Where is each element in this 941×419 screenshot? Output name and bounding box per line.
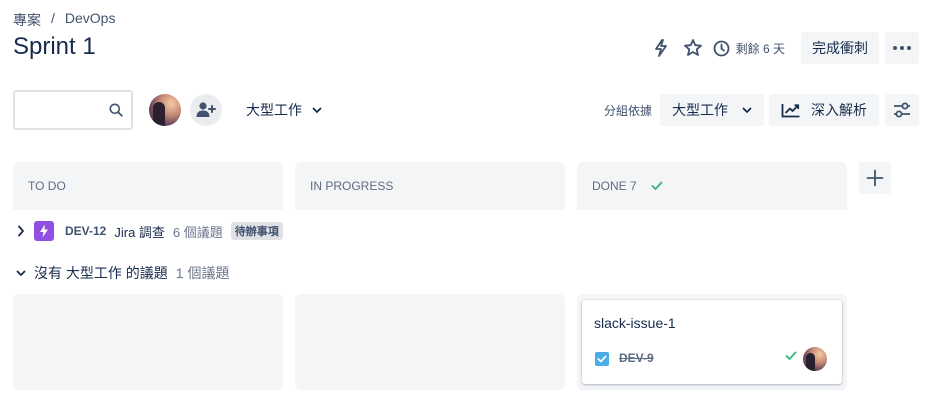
no-epic-issue-count: 1 個議題 <box>175 265 230 281</box>
trend-icon <box>781 104 800 118</box>
column-header-done: DONE 7 <box>577 162 847 210</box>
issue-key[interactable]: DEV-9 <box>619 351 654 365</box>
epic-name: Jira 調查 <box>114 224 165 240</box>
sprint-time-remaining[interactable]: 剩餘 6 天 <box>713 40 785 57</box>
view-settings-button[interactable] <box>885 94 919 126</box>
more-button[interactable] <box>885 32 919 64</box>
search-box <box>13 90 133 130</box>
column-title: IN PROGRESS <box>310 179 394 193</box>
chevron-down-icon <box>312 107 322 113</box>
column-title: DONE <box>592 179 627 193</box>
chevron-down-icon <box>742 107 752 113</box>
epic-filter-dropdown[interactable]: 大型工作 <box>238 93 330 127</box>
issue-summary: slack-issue-1 <box>594 315 676 331</box>
plus-icon <box>866 169 884 187</box>
epic-swimlane-header[interactable]: DEV-12 Jira 調查 6 個議題 待辦事項 <box>13 219 283 243</box>
breadcrumb: 專案 / DevOps <box>13 10 115 30</box>
no-epic-label: 沒有 大型工作 的議題 <box>34 265 168 281</box>
complete-sprint-button[interactable]: 完成衝刺 <box>801 32 879 64</box>
sliders-icon <box>894 102 910 118</box>
column-count: 7 <box>630 179 637 193</box>
in-progress-column-cell[interactable] <box>295 294 565 390</box>
epic-icon <box>34 221 54 241</box>
clock-icon <box>713 40 730 56</box>
star-button[interactable] <box>677 32 709 64</box>
breadcrumb-project-link[interactable]: DevOps <box>65 10 116 30</box>
header-actions: 剩餘 6 天 完成衝刺 <box>645 32 919 64</box>
group-by-controls: 分組依據 大型工作 深入解析 <box>604 94 919 126</box>
column-title: TO DO <box>28 179 66 193</box>
search-input[interactable] <box>15 92 100 128</box>
group-by-label: 分組依據 <box>603 103 652 118</box>
automation-button[interactable] <box>645 32 677 64</box>
epic-issue-count: 6 個議題 <box>172 224 223 240</box>
avatar[interactable] <box>149 94 181 126</box>
status-badge: 待辦事項 <box>230 222 283 240</box>
add-person-icon <box>196 102 216 117</box>
epic-key[interactable]: DEV-12 <box>65 224 106 238</box>
check-icon <box>651 181 663 190</box>
todo-column-cell[interactable] <box>13 294 283 390</box>
add-people-button[interactable] <box>190 94 222 126</box>
group-by-select[interactable]: 大型工作 <box>660 94 764 126</box>
search-icon <box>109 103 123 117</box>
lightning-icon <box>654 39 667 57</box>
page-title: Sprint 1 <box>13 33 96 60</box>
assignee-avatar[interactable] <box>803 347 827 371</box>
no-epic-swimlane-header[interactable]: 沒有 大型工作 的議題 1 個議題 <box>13 261 229 285</box>
column-header-todo: TO DO <box>13 162 283 210</box>
chevron-right-icon[interactable] <box>13 225 29 237</box>
chevron-down-icon[interactable] <box>13 270 29 277</box>
breadcrumb-separator: / <box>51 10 55 26</box>
check-icon <box>785 351 797 360</box>
days-left-label: 剩餘 6 天 <box>735 41 785 56</box>
column-title-with-count: DONE 7 <box>592 179 637 193</box>
task-icon <box>595 352 609 366</box>
star-icon <box>683 39 702 56</box>
epic-filter-label: 大型工作 <box>246 102 302 118</box>
column-header-in-progress: IN PROGRESS <box>295 162 565 210</box>
more-icon <box>893 46 911 50</box>
issue-card[interactable]: slack-issue-1 DEV-9 <box>582 300 842 384</box>
group-by-value: 大型工作 <box>672 102 728 118</box>
insights-label: 深入解析 <box>811 102 867 118</box>
breadcrumb-projects-link[interactable]: 專案 <box>13 10 41 30</box>
add-column-button[interactable] <box>859 162 891 194</box>
insights-button[interactable]: 深入解析 <box>769 94 879 126</box>
